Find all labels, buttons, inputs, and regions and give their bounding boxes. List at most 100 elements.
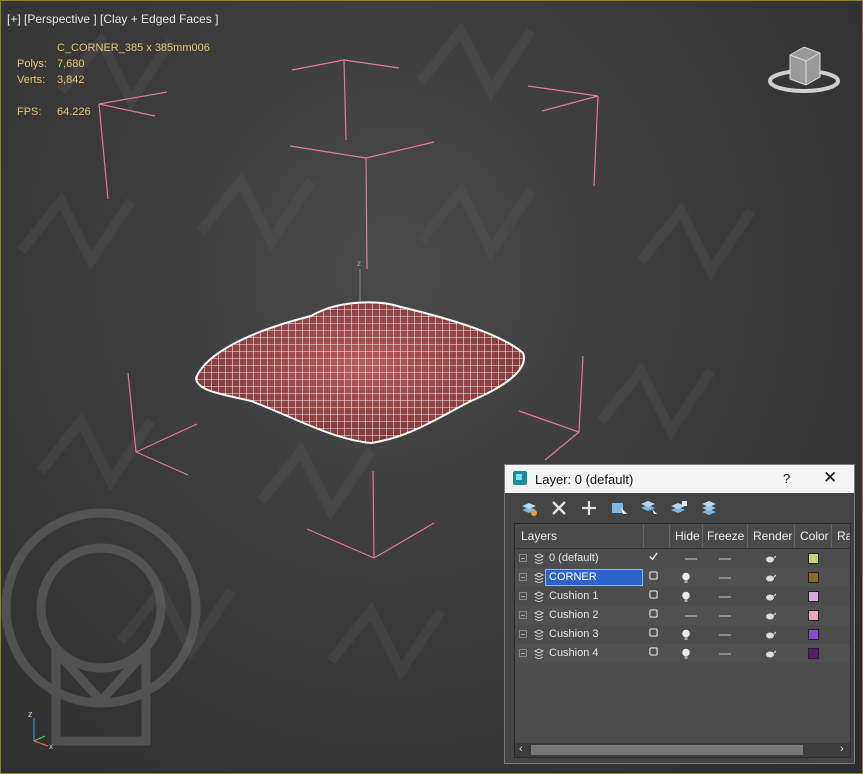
- layer-row[interactable]: Cushion 1: [515, 587, 850, 606]
- horizontal-scrollbar[interactable]: ‹ ›: [515, 743, 850, 757]
- freeze-dash-icon[interactable]: [719, 634, 731, 636]
- teapot-render-icon[interactable]: [765, 554, 776, 563]
- active-layer-check-icon[interactable]: [649, 552, 658, 561]
- svg-text:x: x: [49, 742, 53, 751]
- expand-toggle-icon[interactable]: [519, 573, 527, 581]
- lightbulb-icon[interactable]: [681, 629, 691, 641]
- layer-row[interactable]: 0 (default): [515, 549, 850, 568]
- layer-stack-icon: [534, 610, 544, 621]
- layer-row[interactable]: Cushion 3: [515, 625, 850, 644]
- delete-icon[interactable]: [549, 498, 569, 518]
- teapot-render-icon[interactable]: [765, 649, 776, 658]
- viewcube-icon[interactable]: [764, 41, 844, 101]
- viewport-label[interactable]: [+] [Perspective ] [Clay + Edged Faces ]: [7, 12, 218, 26]
- create-layer-icon[interactable]: [519, 498, 539, 518]
- lightbulb-icon[interactable]: [681, 648, 691, 660]
- scroll-left-icon[interactable]: ‹: [519, 743, 523, 755]
- set-active-box-icon[interactable]: [649, 609, 658, 618]
- hidden-dash-icon[interactable]: [685, 615, 697, 617]
- help-button[interactable]: ?: [783, 471, 790, 486]
- set-active-box-icon[interactable]: [649, 647, 658, 656]
- layer-row[interactable]: Cushion 4: [515, 644, 850, 663]
- layer-name[interactable]: Cushion 3: [549, 628, 599, 640]
- verts-label: Verts:: [17, 74, 46, 86]
- col-hide[interactable]: Hide: [675, 529, 700, 543]
- select-layers-icon[interactable]: [639, 498, 659, 518]
- teapot-render-icon[interactable]: [765, 592, 776, 601]
- col-divider: [794, 524, 795, 548]
- layer-explorer-dialog[interactable]: Layer: 0 (default) ? ✕ Layers Hide Freez…: [504, 464, 855, 764]
- expand-toggle-icon[interactable]: [519, 630, 527, 638]
- select-objects-icon[interactable]: [609, 498, 629, 518]
- object-name: C_CORNER_385 x 385mm006: [57, 42, 210, 54]
- verts-value: 3,842: [57, 74, 85, 86]
- layer-name[interactable]: CORNER: [549, 571, 597, 583]
- freeze-dash-icon[interactable]: [719, 596, 731, 598]
- set-active-box-icon[interactable]: [649, 628, 658, 637]
- teapot-render-icon[interactable]: [765, 611, 776, 620]
- watermark-logo: [1, 508, 201, 746]
- svg-text:z: z: [28, 709, 33, 719]
- layer-color-swatch[interactable]: [808, 610, 819, 621]
- freeze-dash-icon[interactable]: [719, 577, 731, 579]
- perspective-viewport[interactable]: z z x [+] [Perspective ] [Clay + Edged F…: [0, 0, 863, 774]
- col-divider: [643, 524, 644, 548]
- layer-toolbar: [505, 493, 854, 523]
- teapot-render-icon[interactable]: [765, 630, 776, 639]
- layer-color-swatch[interactable]: [808, 553, 819, 564]
- axis-gizmo: z x: [28, 709, 53, 751]
- layer-color-swatch[interactable]: [808, 572, 819, 583]
- scrollbar-thumb[interactable]: [531, 745, 803, 755]
- svg-text:z: z: [357, 259, 361, 268]
- table-header: Layers Hide Freeze Render Color Ra: [515, 524, 850, 549]
- fps-label: FPS:: [17, 106, 42, 118]
- freeze-dash-icon[interactable]: [719, 653, 731, 655]
- layer-color-swatch[interactable]: [808, 591, 819, 602]
- freeze-dash-icon[interactable]: [719, 558, 731, 560]
- layer-name[interactable]: Cushion 4: [549, 647, 599, 659]
- fps-value: 64.226: [57, 106, 91, 118]
- layer-row[interactable]: CORNER: [515, 568, 850, 587]
- col-layers[interactable]: Layers: [521, 529, 557, 543]
- layer-stack-icon: [534, 648, 544, 659]
- col-radiosity[interactable]: Ra: [837, 529, 850, 543]
- layer-stack-icon: [534, 629, 544, 640]
- lightbulb-icon[interactable]: [681, 572, 691, 584]
- col-divider: [831, 524, 832, 548]
- hierarchy-icon[interactable]: [699, 498, 719, 518]
- add-icon[interactable]: [579, 498, 599, 518]
- set-active-box-icon[interactable]: [649, 571, 658, 580]
- set-active-box-icon[interactable]: [649, 590, 658, 599]
- layer-name[interactable]: Cushion 2: [549, 609, 599, 621]
- cushion-mesh: [194, 301, 525, 445]
- layer-row[interactable]: Cushion 2: [515, 606, 850, 625]
- polys-label: Polys:: [17, 58, 47, 70]
- col-render[interactable]: Render: [753, 529, 792, 543]
- polys-value: 7,680: [57, 58, 85, 70]
- scroll-right-icon[interactable]: ›: [840, 743, 844, 755]
- close-button[interactable]: ✕: [823, 468, 837, 488]
- layer-table: Layers Hide Freeze Render Color Ra 0 (de…: [514, 523, 851, 758]
- layer-color-swatch[interactable]: [808, 629, 819, 640]
- expand-toggle-icon[interactable]: [519, 592, 527, 600]
- layer-stack-icon: [534, 553, 544, 564]
- expand-toggle-icon[interactable]: [519, 649, 527, 657]
- lightbulb-icon[interactable]: [681, 591, 691, 603]
- col-freeze[interactable]: Freeze: [707, 529, 744, 543]
- col-divider: [669, 524, 670, 548]
- layer-name[interactable]: 0 (default): [549, 552, 599, 564]
- hidden-dash-icon[interactable]: [685, 558, 697, 560]
- layer-stack-icon: [534, 572, 544, 583]
- dialog-title-bar[interactable]: Layer: 0 (default) ? ✕: [505, 465, 854, 493]
- freeze-dash-icon[interactable]: [719, 615, 731, 617]
- expand-toggle-icon[interactable]: [519, 554, 527, 562]
- dialog-title: Layer: 0 (default): [535, 472, 634, 487]
- teapot-render-icon[interactable]: [765, 573, 776, 582]
- layer-stack-icon: [534, 591, 544, 602]
- col-color[interactable]: Color: [800, 529, 829, 543]
- layer-name[interactable]: Cushion 1: [549, 590, 599, 602]
- col-divider: [702, 524, 703, 548]
- expand-toggle-icon[interactable]: [519, 611, 527, 619]
- highlight-icon[interactable]: [669, 498, 689, 518]
- layer-color-swatch[interactable]: [808, 648, 819, 659]
